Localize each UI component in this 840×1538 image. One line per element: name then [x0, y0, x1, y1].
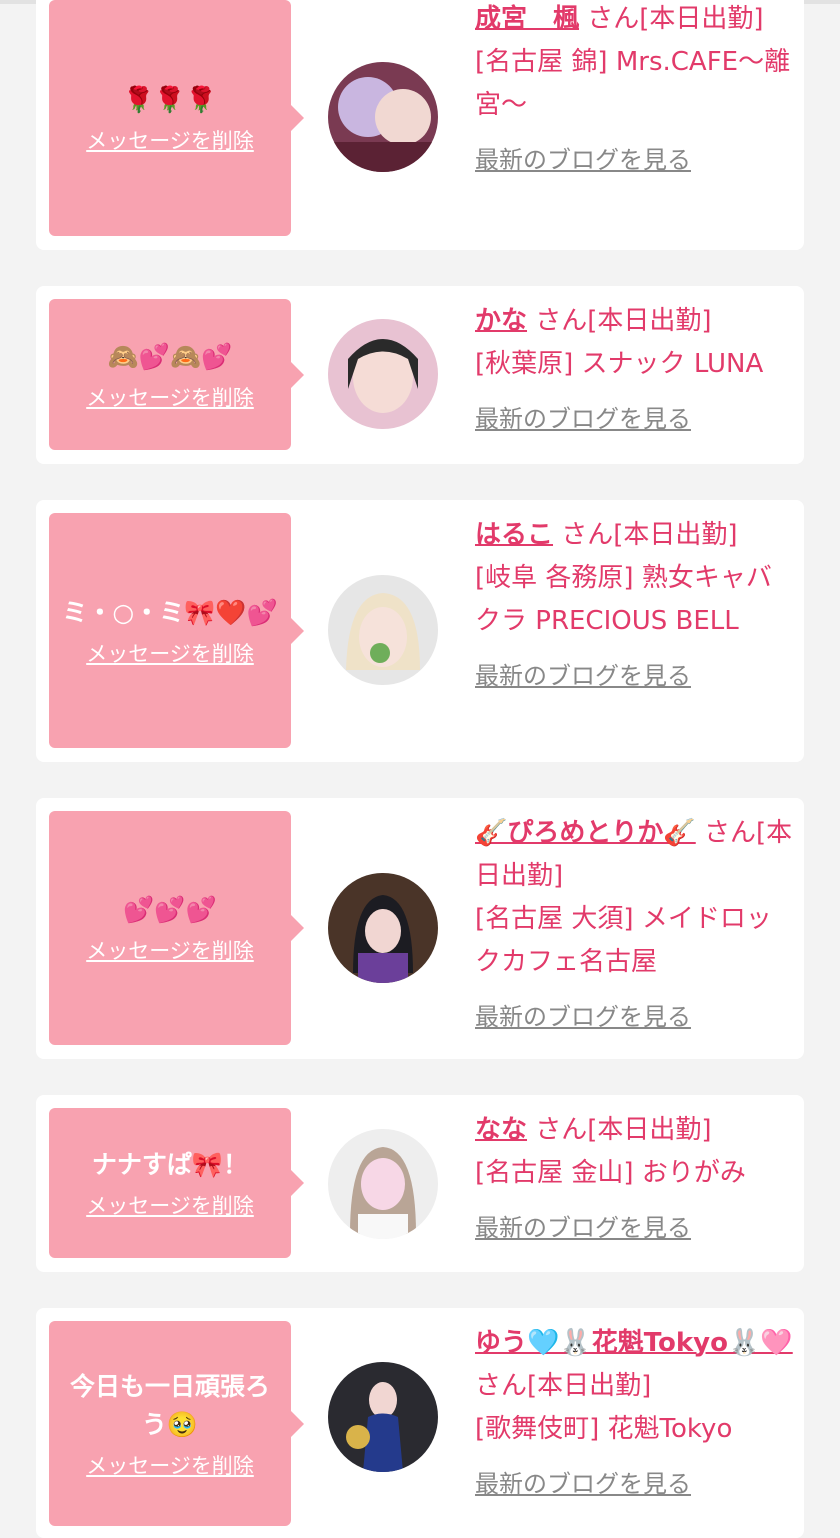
message-text: ミ・○・ミ🎀❤️💕	[62, 597, 278, 627]
name-link[interactable]: 成宮 楓	[475, 4, 579, 34]
avatar[interactable]	[328, 575, 438, 685]
message-bubble: 💕💕💕 メッセージを削除	[49, 811, 304, 1045]
delete-message-link[interactable]: メッセージを削除	[86, 382, 254, 412]
shop-text: [歌舞伎町] 花魁Tokyo	[475, 1414, 733, 1444]
latest-blog-link[interactable]: 最新のブログを見る	[475, 398, 793, 441]
list-item: ミ・○・ミ🎀❤️💕 メッセージを削除 はるこ さん[本日出勤] [岐阜 各務原]…	[36, 500, 804, 762]
avatar-photo	[328, 62, 438, 172]
status-text: さん[本日出勤]	[535, 306, 712, 336]
delete-message-link[interactable]: メッセージを削除	[86, 1450, 254, 1480]
name-link[interactable]: ゆう🩵🐰花魁Tokyo🐰🩷	[475, 1328, 793, 1358]
list-item: 🙈💕🙈💕 メッセージを削除 かな さん[本日出勤] [秋葉原] スナック LUN…	[36, 286, 804, 464]
entry-info: ゆう🩵🐰花魁Tokyo🐰🩷 さん[本日出勤] [歌舞伎町] 花魁Tokyo 最新…	[475, 1322, 793, 1506]
latest-blog-link[interactable]: 最新のブログを見る	[475, 655, 793, 698]
entry-info: はるこ さん[本日出勤] [岐阜 各務原] 熟女キャバクラ PRECIOUS B…	[475, 514, 793, 698]
delete-message-link[interactable]: メッセージを削除	[86, 1190, 254, 1220]
message-text: 🌹🌹🌹	[123, 85, 217, 114]
status-text: さん[本日出勤]	[561, 520, 738, 550]
list-item: ナナすぱ🎀！ メッセージを削除 なな さん[本日出勤] [名古屋 金山] おりが…	[36, 1095, 804, 1272]
shop-text: [名古屋 大須] メイドロックカフェ名古屋	[475, 904, 772, 977]
delete-message-link[interactable]: メッセージを削除	[86, 638, 254, 668]
avatar[interactable]	[328, 319, 438, 429]
message-bubble: ミ・○・ミ🎀❤️💕 メッセージを削除	[49, 513, 304, 748]
message-bubble: 🌹🌹🌹 メッセージを削除	[49, 0, 304, 236]
message-bubble: ナナすぱ🎀！ メッセージを削除	[49, 1108, 304, 1258]
latest-blog-link[interactable]: 最新のブログを見る	[475, 139, 793, 182]
message-bubble: 今日も一日頑張ろう🥹 メッセージを削除	[49, 1321, 304, 1526]
status-text: さん[本日出勤]	[475, 1371, 652, 1401]
shop-text: [名古屋 錦] Mrs.CAFE～離宮～	[475, 47, 791, 120]
message-bubble: 🙈💕🙈💕 メッセージを削除	[49, 299, 304, 450]
name-link[interactable]: 🎸ぴろめとりか🎸	[475, 818, 696, 848]
shop-text: [名古屋 金山] おりがみ	[475, 1158, 746, 1188]
message-text: 🙈💕🙈💕	[107, 341, 233, 371]
message-text: ナナすぱ🎀！	[91, 1150, 249, 1179]
latest-blog-link[interactable]: 最新のブログを見る	[475, 996, 793, 1039]
avatar[interactable]	[328, 62, 438, 172]
delete-message-link[interactable]: メッセージを削除	[86, 935, 254, 965]
latest-blog-link[interactable]: 最新のブログを見る	[475, 1463, 793, 1506]
status-text: さん[本日出勤]	[587, 4, 764, 34]
avatar-photo	[328, 319, 438, 429]
message-text: 今日も一日頑張ろう🥹	[69, 1371, 270, 1439]
entry-info: かな さん[本日出勤] [秋葉原] スナック LUNA 最新のブログを見る	[475, 300, 793, 441]
shop-text: [岐阜 各務原] 熟女キャバクラ PRECIOUS BELL	[475, 563, 772, 636]
avatar-photo	[328, 575, 438, 685]
status-text: さん[本日出勤]	[535, 1115, 712, 1145]
avatar-photo	[328, 1129, 438, 1239]
entry-info: なな さん[本日出勤] [名古屋 金山] おりがみ 最新のブログを見る	[475, 1109, 793, 1250]
avatar[interactable]	[328, 1129, 438, 1239]
shop-text: [秋葉原] スナック LUNA	[475, 349, 764, 379]
name-link[interactable]: なな	[475, 1115, 527, 1145]
entry-info: 成宮 楓 さん[本日出勤] [名古屋 錦] Mrs.CAFE～離宮～ 最新のブロ…	[475, 0, 793, 182]
name-link[interactable]: かな	[475, 306, 527, 336]
list-item: 今日も一日頑張ろう🥹 メッセージを削除 ゆう🩵🐰花魁Tokyo🐰🩷 さん[本日出…	[36, 1308, 804, 1538]
name-link[interactable]: はるこ	[475, 520, 553, 550]
message-text: 💕💕💕	[123, 895, 217, 924]
entry-info: 🎸ぴろめとりか🎸 さん[本日出勤] [名古屋 大須] メイドロックカフェ名古屋 …	[475, 812, 793, 1039]
list-item: 💕💕💕 メッセージを削除 🎸ぴろめとりか🎸 さん[本日出勤] [名古屋 大須] …	[36, 798, 804, 1059]
avatar-photo	[328, 1362, 438, 1472]
avatar-photo	[328, 873, 438, 983]
delete-message-link[interactable]: メッセージを削除	[86, 125, 254, 155]
avatar[interactable]	[328, 1362, 438, 1472]
latest-blog-link[interactable]: 最新のブログを見る	[475, 1207, 793, 1250]
list-item: 🌹🌹🌹 メッセージを削除 成宮 楓 さん[本日出勤] [名古屋 錦] Mrs.C…	[36, 0, 804, 250]
avatar[interactable]	[328, 873, 438, 983]
